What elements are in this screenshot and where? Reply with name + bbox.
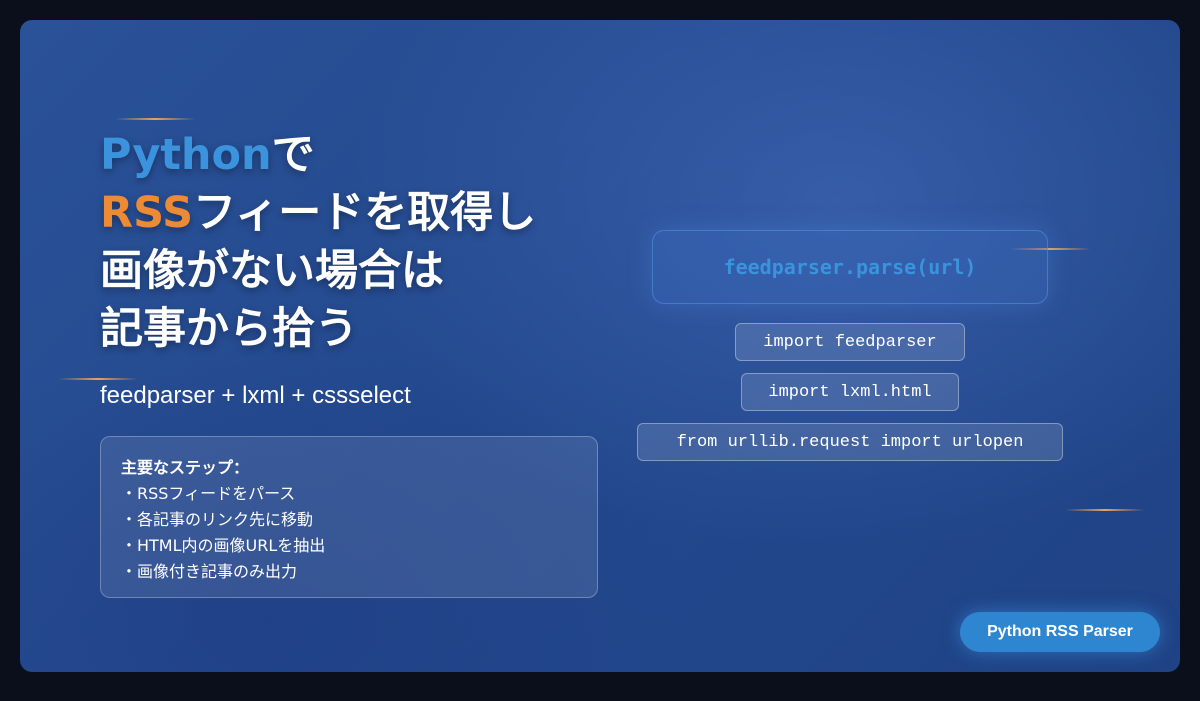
- title-text: で: [271, 130, 315, 180]
- steps-panel: 主要なステップ： ・RSSフィードをパース ・各記事のリンク先に移動 ・HTML…: [100, 436, 598, 598]
- code-chip-import-lxml: import lxml.html: [741, 373, 959, 411]
- steps-heading: 主要なステップ：: [121, 458, 250, 477]
- light-streak: [1065, 509, 1145, 511]
- step-item: ・RSSフィードをパース: [121, 484, 296, 503]
- title-line-3: 画像がない場合は: [100, 246, 444, 296]
- title-line-2: RSSフィードを取得し: [100, 184, 620, 242]
- title-line-4: 記事から拾う: [100, 304, 358, 354]
- python-rss-parser-badge: Python RSS Parser: [960, 612, 1160, 652]
- title-line-1: Pythonで: [100, 126, 620, 184]
- light-streak: [115, 118, 195, 120]
- light-streak: [58, 378, 138, 380]
- page-title: Pythonで RSSフィードを取得し 画像がない場合は 記事から拾う: [100, 126, 620, 358]
- step-item: ・各記事のリンク先に移動: [121, 510, 314, 529]
- subtitle: feedparser + lxml + cssselect: [100, 382, 411, 409]
- slide-card: Pythonで RSSフィードを取得し 画像がない場合は 記事から拾う feed…: [20, 20, 1180, 672]
- title-text: フィードを取得し: [193, 188, 537, 238]
- code-main-call: feedparser.parse(url): [652, 230, 1048, 304]
- step-item: ・画像付き記事のみ出力: [121, 562, 298, 581]
- step-item: ・HTML内の画像URLを抽出: [121, 536, 326, 555]
- code-chip-import-feedparser: import feedparser: [735, 323, 965, 361]
- code-chip-import-urlopen: from urllib.request import urlopen: [637, 423, 1063, 461]
- title-highlight-python: Python: [100, 130, 272, 180]
- title-highlight-rss: RSS: [100, 188, 194, 238]
